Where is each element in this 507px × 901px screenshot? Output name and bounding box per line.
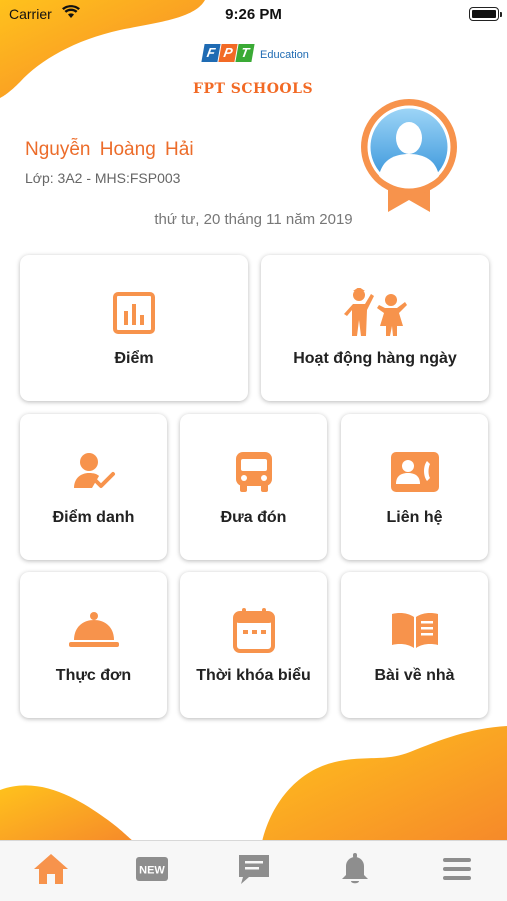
tab-notifications[interactable]: [335, 851, 375, 887]
home-icon: [34, 854, 68, 884]
menu-pickup[interactable]: Đưa đón: [180, 414, 327, 560]
tab-messages[interactable]: [234, 851, 274, 887]
current-date: thứ tư, 20 tháng 11 năm 2019: [154, 211, 353, 228]
logo-education-text: Education: [260, 49, 309, 61]
menu-contact[interactable]: Liên hệ: [341, 414, 488, 560]
bus-icon: [234, 447, 274, 497]
menu-timetable[interactable]: Thời khóa biểu: [180, 572, 327, 718]
student-avatar[interactable]: [360, 96, 460, 216]
calendar-icon: [232, 605, 276, 655]
bottom-tab-bar: NEW: [0, 840, 507, 901]
menu-attendance[interactable]: Điểm danh: [20, 414, 167, 560]
logo-letter-f: F: [201, 44, 221, 62]
status-bar: Carrier 9:26 PM: [0, 0, 507, 28]
contact-icon: [390, 447, 440, 497]
menu-food[interactable]: Thực đơn: [20, 572, 167, 718]
news-badge-text: NEW: [139, 865, 165, 877]
logo-schools-text: FPT SCHOOLS: [193, 82, 314, 94]
tab-more[interactable]: [437, 851, 477, 887]
menu-daily-activities-label: Hoạt động hàng ngày: [293, 350, 457, 367]
menu-attendance-label: Điểm danh: [52, 509, 135, 526]
logo-letter-t: T: [235, 44, 255, 62]
homework-book-icon: [390, 605, 440, 655]
news-icon: NEW: [136, 857, 168, 881]
bell-icon: [342, 853, 368, 884]
menu-food-label: Thực đơn: [55, 667, 132, 684]
menu-pickup-label: Đưa đón: [220, 509, 287, 526]
clock: 9:26 PM: [225, 6, 282, 23]
tab-news[interactable]: NEW: [132, 851, 172, 887]
food-cloche-icon: [68, 605, 120, 655]
attendance-icon: [72, 447, 116, 497]
menu-contact-label: Liên hệ: [386, 509, 443, 526]
student-name: Nguyễn Hoàng Hải: [25, 139, 194, 160]
logo-letter-p: P: [218, 44, 238, 62]
message-icon: [239, 855, 269, 884]
tab-home[interactable]: [31, 851, 71, 887]
fpt-education-logo: F P T Education: [201, 44, 309, 62]
student-class-info: Lớp: 3A2 - MHS:FSP003: [25, 170, 181, 186]
chart-icon: [112, 288, 156, 338]
kids-activity-icon: [339, 288, 411, 338]
menu-homework-label: Bài về nhà: [374, 667, 455, 684]
menu-daily-activities[interactable]: Hoạt động hàng ngày: [261, 255, 489, 401]
menu-grades[interactable]: Điểm: [20, 255, 248, 401]
battery-icon: [469, 7, 502, 21]
menu-homework[interactable]: Bài về nhà: [341, 572, 488, 718]
fpt-schools-wordmark: FPT SCHOOLS: [193, 82, 318, 94]
menu-timetable-label: Thời khóa biểu: [196, 667, 311, 684]
menu-grades-label: Điểm: [114, 350, 154, 367]
menu-icon: [443, 858, 471, 880]
